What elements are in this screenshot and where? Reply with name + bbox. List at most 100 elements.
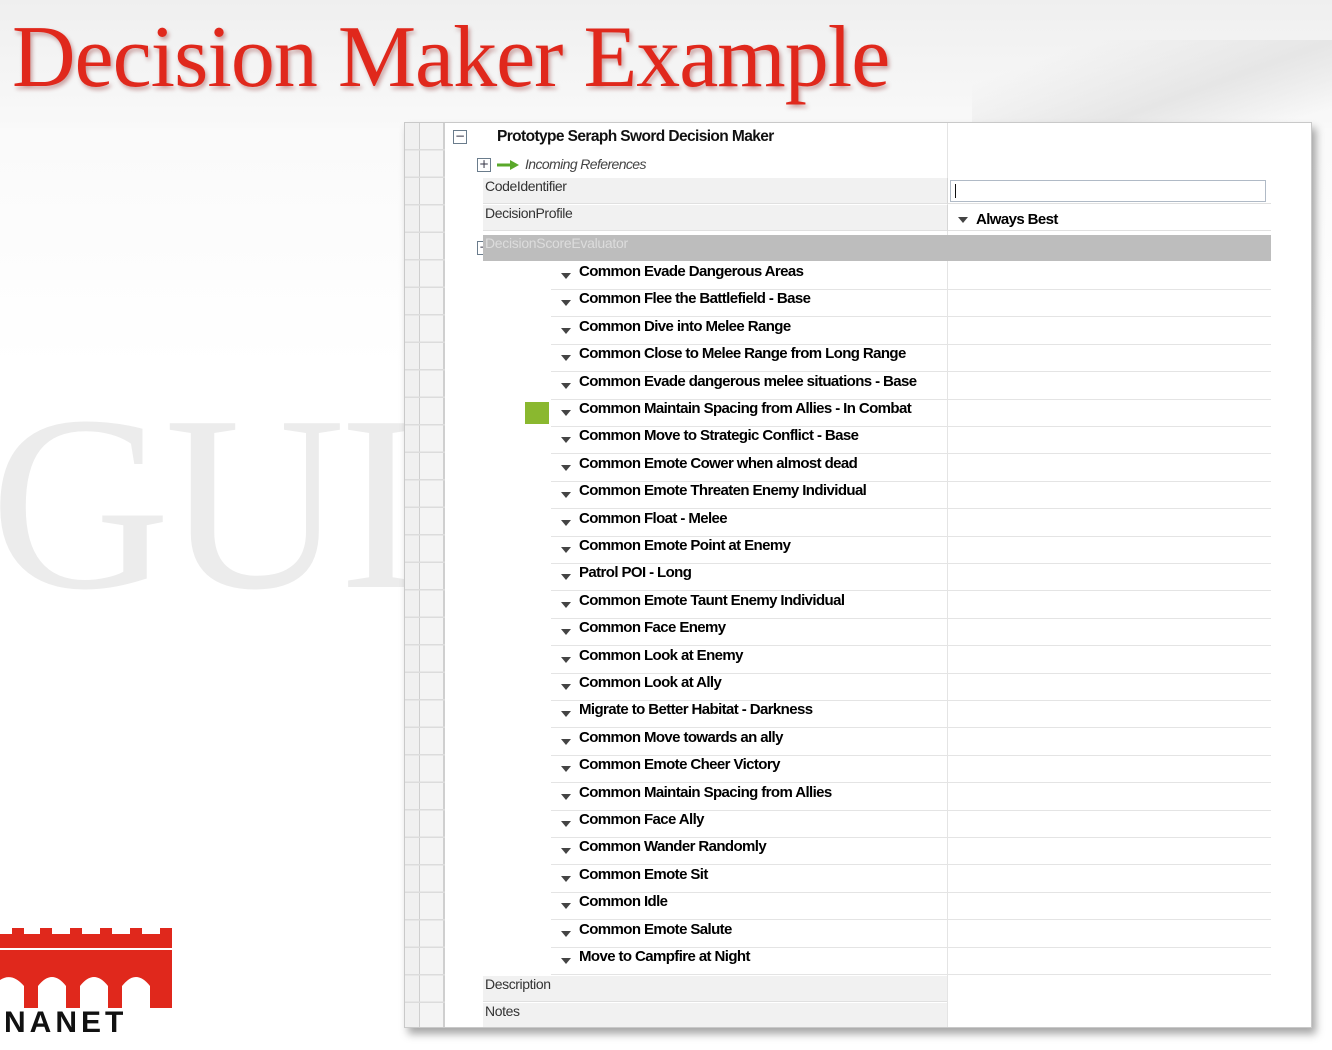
evaluator-label: Common Emote Taunt Enemy Individual — [579, 591, 845, 609]
dropdown-arrow-icon[interactable] — [561, 903, 571, 910]
evaluator-row[interactable]: Common Emote Sit — [551, 866, 1271, 893]
dropdown-arrow-icon[interactable] — [561, 875, 571, 882]
evaluator-label: Common Wander Randomly — [579, 838, 767, 856]
evaluator-label: Common Idle — [579, 893, 668, 911]
dropdown-arrow-icon[interactable] — [561, 793, 571, 800]
dropdown-arrow-icon[interactable] — [561, 711, 571, 718]
dropdown-arrow-icon[interactable] — [561, 656, 571, 663]
decision-maker-editor: − Prototype Seraph Sword Decision Maker … — [404, 122, 1312, 1028]
decision-maker-name: Prototype Seraph Sword Decision Maker — [497, 128, 774, 145]
evaluator-row[interactable]: Common Evade Dangerous Areas — [551, 263, 1271, 290]
evaluator-row[interactable]: Common Move towards an ally — [551, 729, 1271, 756]
logo-text: NANET — [4, 1006, 128, 1039]
dropdown-arrow-icon[interactable] — [561, 492, 571, 499]
evaluator-label: Common Close to Melee Range from Long Ra… — [579, 345, 906, 363]
evaluator-row[interactable]: Common Evade dangerous melee situations … — [551, 373, 1271, 400]
text-caret — [955, 184, 956, 198]
evaluator-label: Common Dive into Melee Range — [579, 317, 791, 335]
evaluator-row[interactable]: Common Face Ally — [551, 811, 1271, 838]
evaluator-row[interactable]: Migrate to Better Habitat - Darkness — [551, 701, 1271, 729]
dropdown-arrow-icon[interactable] — [561, 574, 571, 581]
dropdown-arrow-icon[interactable] — [561, 273, 571, 279]
evaluator-label: Migrate to Better Habitat - Darkness — [579, 701, 813, 719]
evaluator-row[interactable]: Common Maintain Spacing from Allies — [551, 784, 1271, 811]
dropdown-arrow-icon[interactable] — [561, 410, 571, 416]
evaluator-row[interactable]: Common Emote Taunt Enemy Individual — [551, 592, 1271, 619]
evaluator-label: Common Face Enemy — [579, 619, 726, 637]
dropdown-arrow-icon[interactable] — [561, 355, 571, 362]
dropdown-arrow-icon[interactable] — [561, 684, 571, 690]
selection-marker — [525, 402, 549, 424]
dropdown-arrow-icon[interactable] — [958, 217, 968, 223]
dropdown-arrow-icon[interactable] — [561, 958, 571, 964]
evaluator-label: Patrol POI - Long — [579, 564, 692, 582]
dropdown-arrow-icon[interactable] — [561, 437, 571, 444]
evaluator-row[interactable]: Common Emote Salute — [551, 921, 1271, 948]
evaluator-row[interactable]: Common Emote Cower when almost dead — [551, 455, 1271, 482]
row-gutter — [405, 123, 445, 1027]
evaluator-label: Common Look at Enemy — [579, 646, 743, 664]
evaluator-row[interactable]: Move to Campfire at Night — [551, 948, 1271, 975]
evaluator-row[interactable]: Common Emote Cheer Victory — [551, 756, 1271, 784]
dropdown-arrow-icon[interactable] — [561, 519, 571, 526]
collapse-icon[interactable]: − — [453, 130, 467, 144]
incoming-references-label: Incoming References — [525, 156, 646, 172]
evaluator-row[interactable]: Common Look at Ally — [551, 674, 1271, 701]
decorative-swoosh — [972, 40, 1332, 130]
dropdown-arrow-icon[interactable] — [561, 848, 571, 855]
evaluator-label: Common Face Ally — [579, 811, 704, 828]
background-watermark: GUI — [0, 365, 422, 642]
evaluator-row[interactable]: Common Close to Melee Range from Long Ra… — [551, 345, 1271, 373]
evaluator-row[interactable]: Common Flee the Battlefield - Base — [551, 290, 1271, 318]
dropdown-arrow-icon[interactable] — [561, 821, 571, 827]
code-identifier-label: CodeIdentifier — [483, 178, 947, 204]
dropdown-arrow-icon[interactable] — [561, 464, 571, 471]
evaluator-row[interactable]: Common Idle — [551, 893, 1271, 921]
dropdown-arrow-icon[interactable] — [561, 327, 571, 334]
evaluator-row[interactable]: Common Maintain Spacing from Allies - In… — [551, 400, 1271, 427]
code-identifier-input[interactable] — [950, 180, 1266, 202]
decision-score-evaluator-header[interactable]: DecisionScoreEvaluator — [483, 235, 1271, 261]
expand-icon[interactable]: + — [477, 158, 491, 172]
dropdown-arrow-icon[interactable] — [561, 547, 571, 553]
evaluator-row[interactable]: Common Emote Point at Enemy — [551, 537, 1271, 564]
incoming-references-row[interactable]: + Incoming References — [445, 151, 1311, 178]
evaluator-row[interactable]: Common Wander Randomly — [551, 838, 1271, 866]
evaluator-row[interactable]: Common Face Enemy — [551, 619, 1271, 647]
arrow-right-icon — [497, 160, 519, 170]
notes-label: Notes — [483, 1003, 947, 1027]
evaluator-row[interactable]: Common Float - Melee — [551, 510, 1271, 537]
evaluator-row[interactable]: Common Move to Strategic Conflict - Base — [551, 427, 1271, 455]
header-row[interactable]: − Prototype Seraph Sword Decision Maker — [445, 123, 1311, 150]
dropdown-arrow-icon[interactable] — [561, 300, 571, 307]
code-identifier-cell — [947, 178, 1271, 204]
evaluator-row[interactable]: Patrol POI - Long — [551, 564, 1271, 592]
decision-profile-label: DecisionProfile — [483, 205, 947, 231]
slide-title: Decision Maker Example — [12, 9, 890, 106]
dropdown-arrow-icon[interactable] — [561, 766, 571, 773]
dropdown-arrow-icon[interactable] — [561, 930, 571, 937]
decision-profile-value: Always Best — [976, 211, 1058, 228]
decision-profile-dropdown[interactable]: Always Best — [947, 205, 1271, 231]
evaluator-label: Common Emote Threaten Enemy Individual — [579, 482, 867, 500]
dropdown-arrow-icon[interactable] — [561, 382, 571, 389]
evaluator-row[interactable]: Common Dive into Melee Range — [551, 318, 1271, 345]
evaluator-label: Common Move towards an ally — [579, 728, 783, 746]
evaluator-row[interactable]: Common Emote Threaten Enemy Individual — [551, 482, 1271, 510]
evaluator-label: Common Flee the Battlefield - Base — [579, 290, 811, 308]
evaluator-label: Common Maintain Spacing from Allies - In… — [579, 400, 912, 417]
evaluator-label: Common Emote Cower when almost dead — [579, 454, 858, 472]
dropdown-arrow-icon[interactable] — [561, 601, 571, 608]
dropdown-arrow-icon[interactable] — [561, 738, 571, 745]
description-label: Description — [483, 976, 947, 1002]
dropdown-arrow-icon[interactable] — [561, 629, 571, 636]
evaluator-label: Common Look at Ally — [579, 674, 722, 691]
evaluator-label: Move to Campfire at Night — [579, 948, 750, 965]
evaluator-label: Common Emote Salute — [579, 920, 732, 938]
evaluator-label: Common Evade dangerous melee situations … — [579, 372, 917, 390]
evaluator-label: Common Emote Sit — [579, 865, 708, 883]
evaluator-label: Common Emote Point at Enemy — [579, 537, 791, 554]
evaluator-row[interactable]: Common Look at Enemy — [551, 647, 1271, 674]
evaluator-label: Common Evade Dangerous Areas — [579, 263, 804, 280]
evaluator-label: Common Float - Melee — [579, 509, 728, 527]
